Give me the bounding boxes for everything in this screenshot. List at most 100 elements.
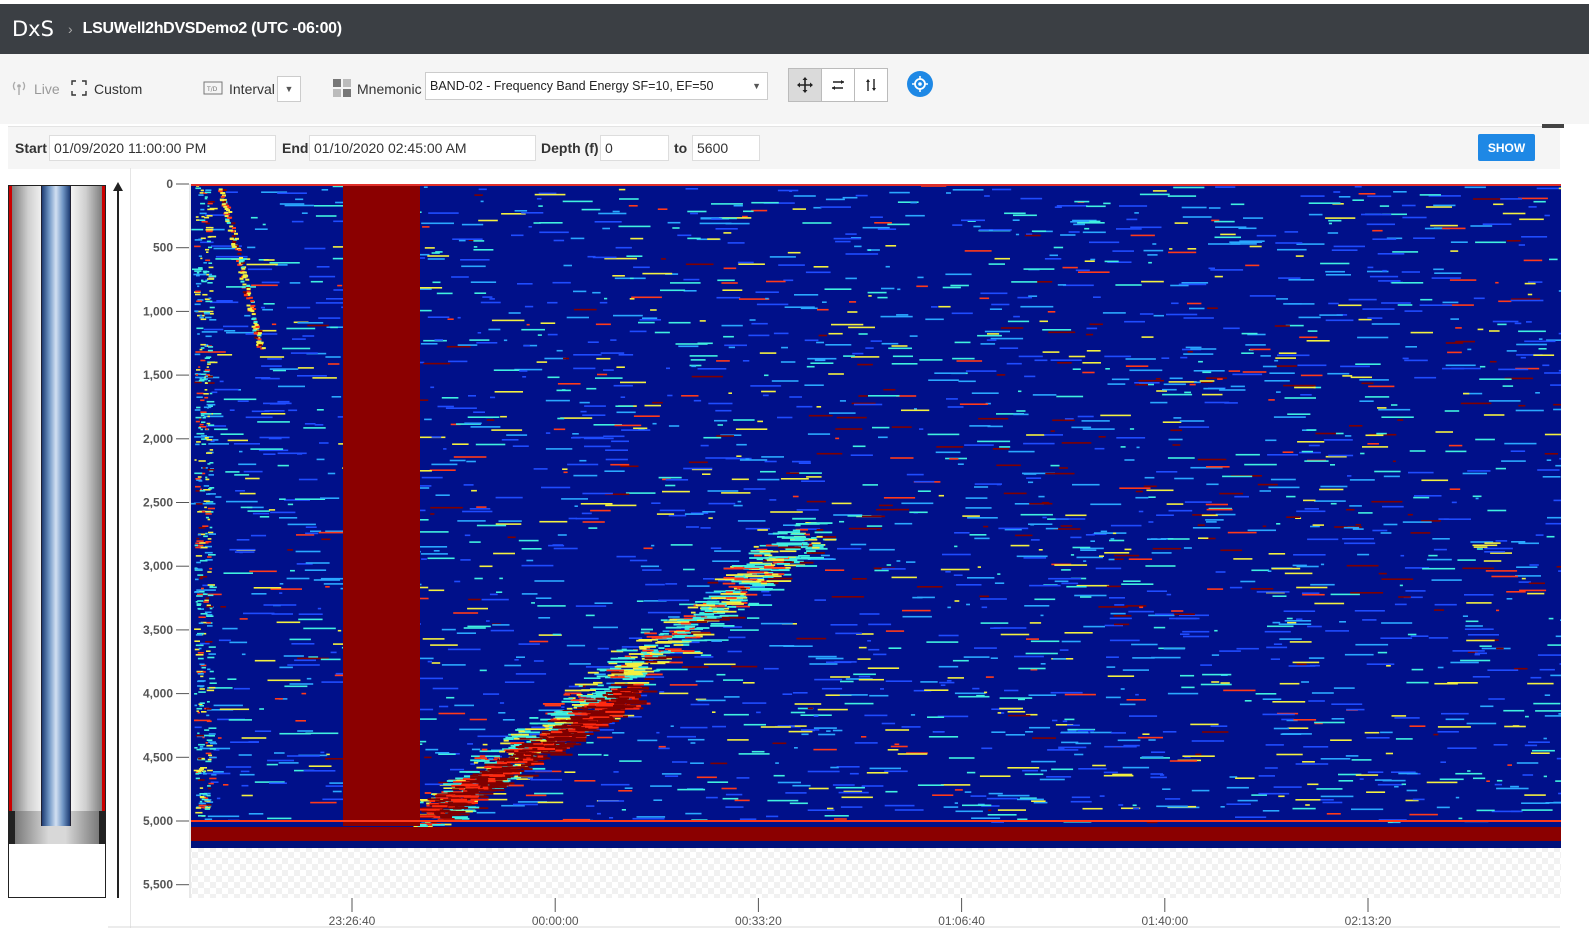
heatmap-cell xyxy=(515,673,547,675)
heatmap-cell xyxy=(1527,592,1545,595)
heatmap-cell xyxy=(244,314,251,317)
heatmap-cell xyxy=(1223,689,1256,692)
heatmap-cell xyxy=(712,711,716,713)
heatmap-cell xyxy=(642,272,673,275)
heatmap-cell xyxy=(1268,553,1286,555)
heatmap-cell xyxy=(1467,770,1471,772)
heatmap-cell xyxy=(206,804,212,806)
heatmap-cell xyxy=(1273,643,1283,645)
heatmap-cell xyxy=(325,586,330,588)
heatmap-cell xyxy=(220,433,244,435)
heatmap-cell xyxy=(757,478,780,481)
heatmap-cell xyxy=(672,227,680,229)
heatmap-cell xyxy=(632,817,665,820)
heatmap-cell xyxy=(638,321,655,324)
heatmap-cell xyxy=(1251,569,1270,572)
heatmap-cell xyxy=(432,687,459,690)
heatmap-cell xyxy=(195,443,200,446)
heatmap-cell xyxy=(1555,780,1561,782)
heatmap-cell xyxy=(696,627,710,629)
heatmap-cell xyxy=(1558,290,1561,292)
heatmap-cell xyxy=(1226,786,1249,789)
heatmap-cell xyxy=(827,807,834,810)
heatmap-cell xyxy=(693,616,701,619)
heatmap-cell xyxy=(658,656,682,659)
heatmap-cell xyxy=(817,708,848,711)
heatmap-cell xyxy=(279,592,283,594)
heatmap-cell xyxy=(857,363,873,366)
heatmap-cell xyxy=(1256,234,1277,237)
heatmap-cell xyxy=(813,715,819,717)
heatmap-cell xyxy=(420,553,448,555)
heatmap-cell xyxy=(201,587,204,590)
heatmap-cell xyxy=(1550,674,1561,677)
heatmap-cell xyxy=(630,237,644,240)
heatmap-cell xyxy=(969,425,991,427)
heatmap-cell xyxy=(660,619,668,622)
heatmap-cell xyxy=(204,216,210,219)
heatmap-cell xyxy=(1476,548,1483,550)
heatmap-cell xyxy=(585,700,598,703)
heatmap-cell xyxy=(1152,547,1181,550)
heatmap-cell xyxy=(868,395,900,397)
heatmap-cell xyxy=(987,814,1017,816)
heatmap-cell xyxy=(919,428,924,430)
heatmap-cell xyxy=(992,188,1012,191)
heatmap-cell xyxy=(1411,668,1424,671)
heatmap-cell xyxy=(1286,516,1301,518)
heatmap-cell xyxy=(641,628,653,631)
heatmap-cell xyxy=(1497,323,1507,326)
heatmap-cell xyxy=(1061,640,1081,643)
heatmap-cell xyxy=(620,396,626,398)
heatmap-cell xyxy=(1235,777,1255,779)
heatmap-cell xyxy=(1045,527,1059,530)
heatmap-cell xyxy=(1184,501,1212,503)
heatmap-cell xyxy=(332,790,342,793)
heatmap-cell xyxy=(538,205,543,207)
heatmap-cell xyxy=(828,332,843,335)
heatmap-cell xyxy=(517,728,526,731)
heatmap-cell xyxy=(1447,747,1477,749)
heatmap-cell xyxy=(277,464,289,467)
heatmap-cell xyxy=(434,339,443,341)
heatmap-cell xyxy=(811,546,820,549)
heatmap-cell xyxy=(446,696,455,699)
heatmap-chart[interactable]: 05001,0001,5002,0002,5003,0003,5004,0004… xyxy=(0,0,1589,950)
heatmap-cell xyxy=(200,428,203,431)
heatmap-cell xyxy=(194,381,202,384)
heatmap-cell xyxy=(241,737,267,739)
heatmap-cell xyxy=(977,334,1002,337)
heatmap-cell xyxy=(563,357,569,360)
heatmap-cell xyxy=(227,216,231,219)
heatmap-cell xyxy=(469,718,487,721)
heatmap-cell xyxy=(1227,531,1257,534)
heatmap-cell xyxy=(1109,617,1132,620)
heatmap-cell xyxy=(1054,564,1088,566)
heatmap-cell xyxy=(753,545,759,548)
heatmap-cell xyxy=(237,400,249,402)
heatmap-cell xyxy=(940,784,971,786)
heatmap-cell xyxy=(1556,757,1561,760)
heatmap-cell xyxy=(1162,388,1177,391)
heatmap-cell xyxy=(534,193,566,196)
heatmap-cell xyxy=(569,663,591,665)
heatmap-cell xyxy=(766,580,792,582)
heatmap-cell xyxy=(201,280,207,283)
heatmap-cell xyxy=(1219,492,1243,495)
heatmap-cell xyxy=(209,290,214,292)
heatmap-cell xyxy=(1108,558,1115,561)
heatmap-cell xyxy=(1205,519,1224,521)
heatmap-cell xyxy=(1556,566,1561,568)
heatmap-cell xyxy=(232,245,237,248)
heatmap-cell xyxy=(535,597,552,599)
heatmap-cell xyxy=(926,641,959,643)
heatmap-cell xyxy=(1295,799,1321,801)
heatmap-cell xyxy=(966,771,976,774)
heatmap-cell xyxy=(1372,229,1383,232)
heatmap-cell xyxy=(493,369,520,371)
heatmap-cell xyxy=(906,561,916,563)
heatmap-cell xyxy=(971,817,1001,819)
heatmap-cell xyxy=(219,380,224,383)
heatmap-cell xyxy=(1544,715,1561,717)
heatmap-cell xyxy=(449,803,460,805)
